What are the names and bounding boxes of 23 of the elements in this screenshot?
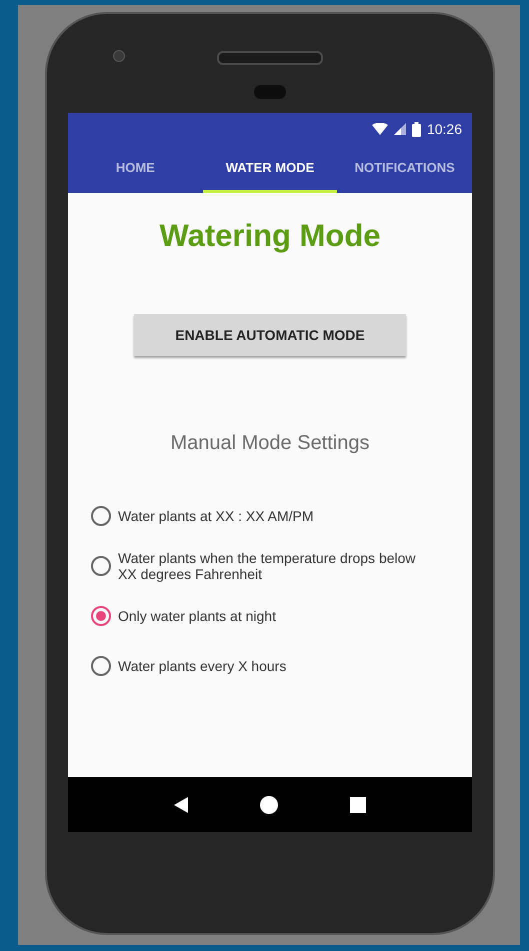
back-icon[interactable] (174, 796, 188, 812)
signal-icon (394, 123, 406, 135)
wifi-icon (372, 123, 388, 135)
sensor (254, 85, 286, 99)
radio-button[interactable] (91, 506, 111, 526)
camera-icon (113, 50, 125, 62)
option-label: Only water plants at night (118, 608, 276, 624)
tab[interactable]: NOTIFICATIONS (337, 145, 472, 193)
tab[interactable]: WATER MODE (202, 145, 338, 193)
radio-button[interactable] (91, 556, 111, 576)
recents-icon[interactable] (350, 796, 366, 812)
clock-time: 10:26 (426, 121, 462, 137)
radio-button[interactable] (91, 656, 111, 676)
page-title: Watering Mode (159, 218, 380, 254)
section-title: Manual Mode Settings (170, 432, 370, 455)
home-icon[interactable] (260, 796, 278, 814)
enable-automatic-button[interactable]: ENABLE AUTOMATIC MODE (134, 314, 406, 356)
option-label: Water plants at XX : XX AM/PM (118, 508, 314, 524)
tab[interactable]: HOME (68, 145, 203, 193)
option-label: Water plants every X hours (118, 658, 286, 674)
option-label: Water plants when the temperature drops below XX degrees Fahrenheit (118, 550, 417, 582)
radio-button[interactable] (91, 606, 111, 626)
battery-icon (412, 122, 421, 136)
